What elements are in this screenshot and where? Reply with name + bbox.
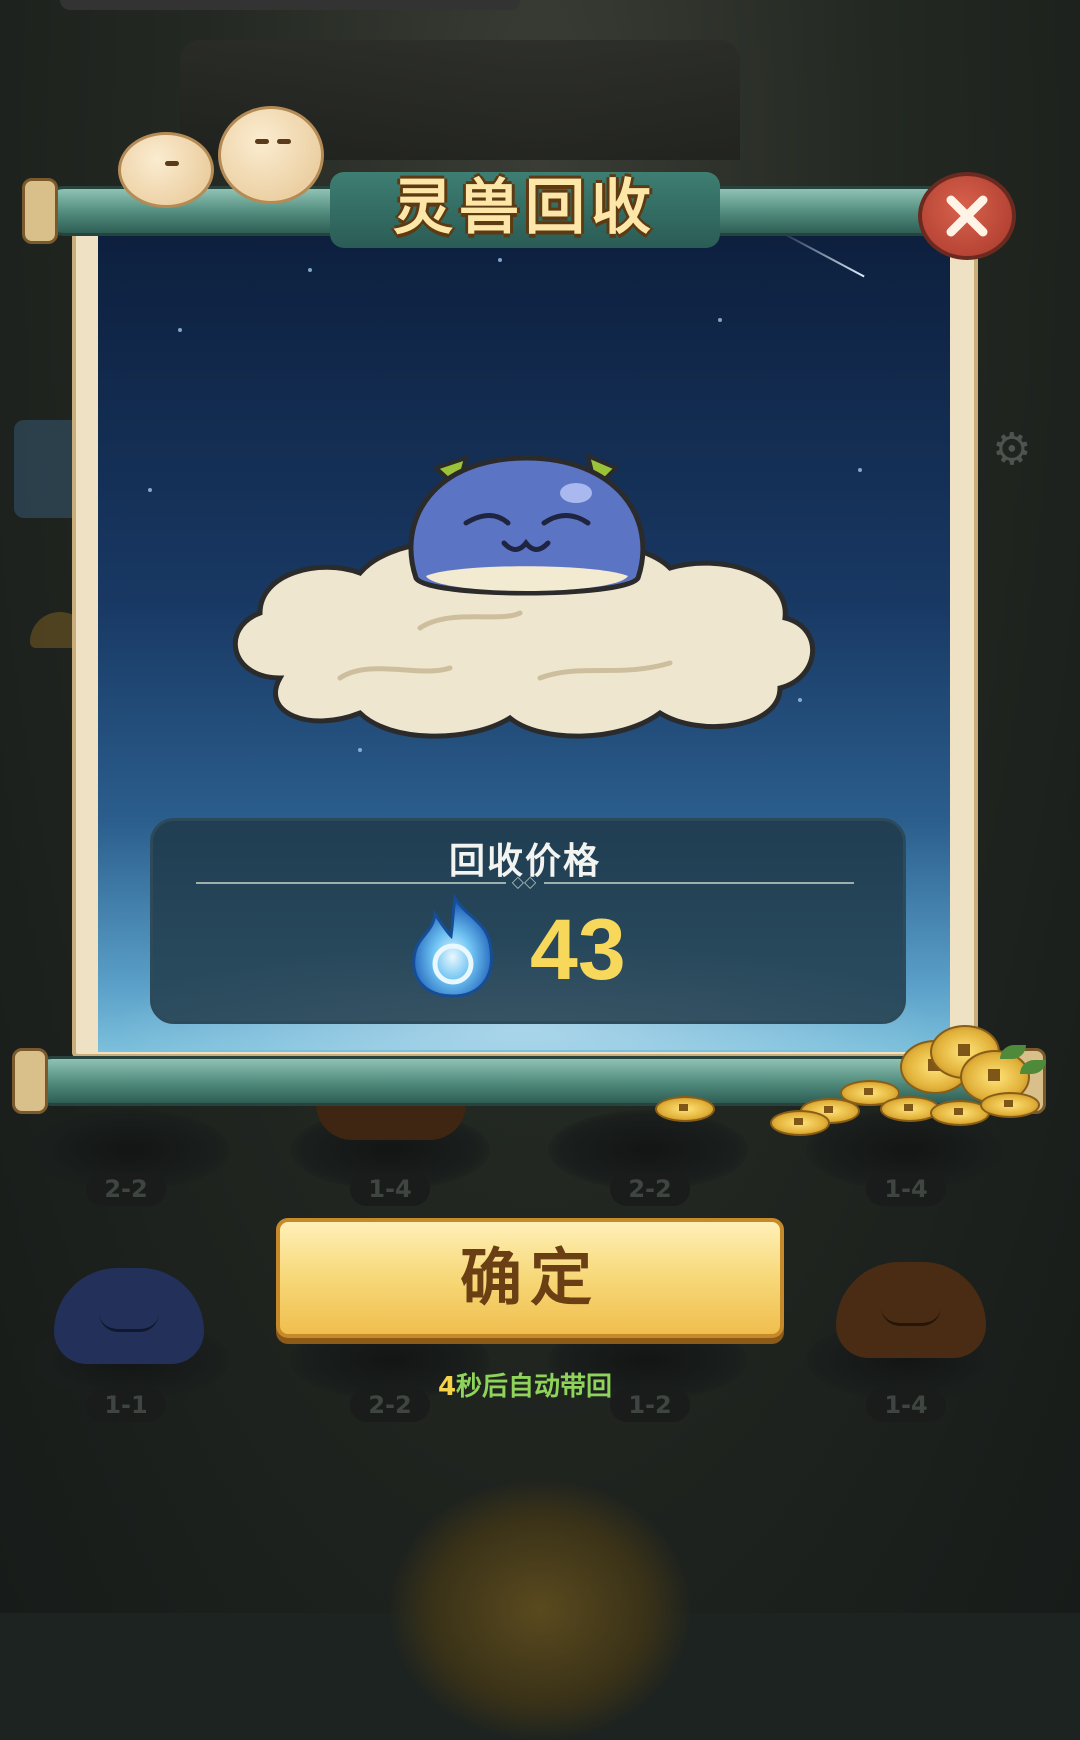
close-button[interactable] [918, 172, 1016, 260]
slime-pet-icon[interactable] [54, 1268, 204, 1364]
slot-level-label: 2-2 [610, 1172, 690, 1206]
bottom-summon-orb[interactable] [390, 1480, 690, 1740]
countdown-text: 秒后自动带回 [456, 1372, 613, 1402]
coin-icon [980, 1092, 1040, 1118]
scroll-cap [22, 178, 58, 244]
blue-slime-pet-icon [408, 452, 646, 596]
divider [544, 882, 854, 884]
coin-icon [655, 1096, 715, 1122]
bird-decoration [118, 132, 214, 208]
auto-return-countdown: 4秒后自动带回 [330, 1366, 720, 1403]
confirm-button-label: 确定 [459, 1241, 600, 1314]
divider [196, 882, 506, 884]
scroll-cap [12, 1048, 48, 1114]
divider-ornament-icon: ◇◇ [511, 872, 537, 891]
price-value: 43 [530, 902, 626, 998]
slime-pet-icon[interactable] [316, 1100, 466, 1140]
confirm-button[interactable]: 确定 [276, 1218, 784, 1338]
slot-level-label: 1-4 [866, 1388, 946, 1422]
bird-decoration [218, 106, 324, 204]
slot-level-label: 1-4 [350, 1172, 430, 1206]
countdown-seconds: 4 [437, 1372, 457, 1402]
coin-icon [770, 1110, 830, 1136]
slot-level-label: 2-2 [86, 1172, 166, 1206]
slime-pet-icon[interactable] [836, 1262, 986, 1358]
top-bar-remnant [60, 0, 520, 10]
slot-level-label: 1-4 [866, 1172, 946, 1206]
dialog-title: 灵兽回收 [393, 173, 657, 243]
slot-level-label: 1-1 [86, 1388, 166, 1422]
close-icon[interactable] [943, 192, 991, 240]
blue-spirit-flame-icon [412, 893, 493, 998]
gear-icon[interactable]: ⚙ [992, 428, 1031, 472]
